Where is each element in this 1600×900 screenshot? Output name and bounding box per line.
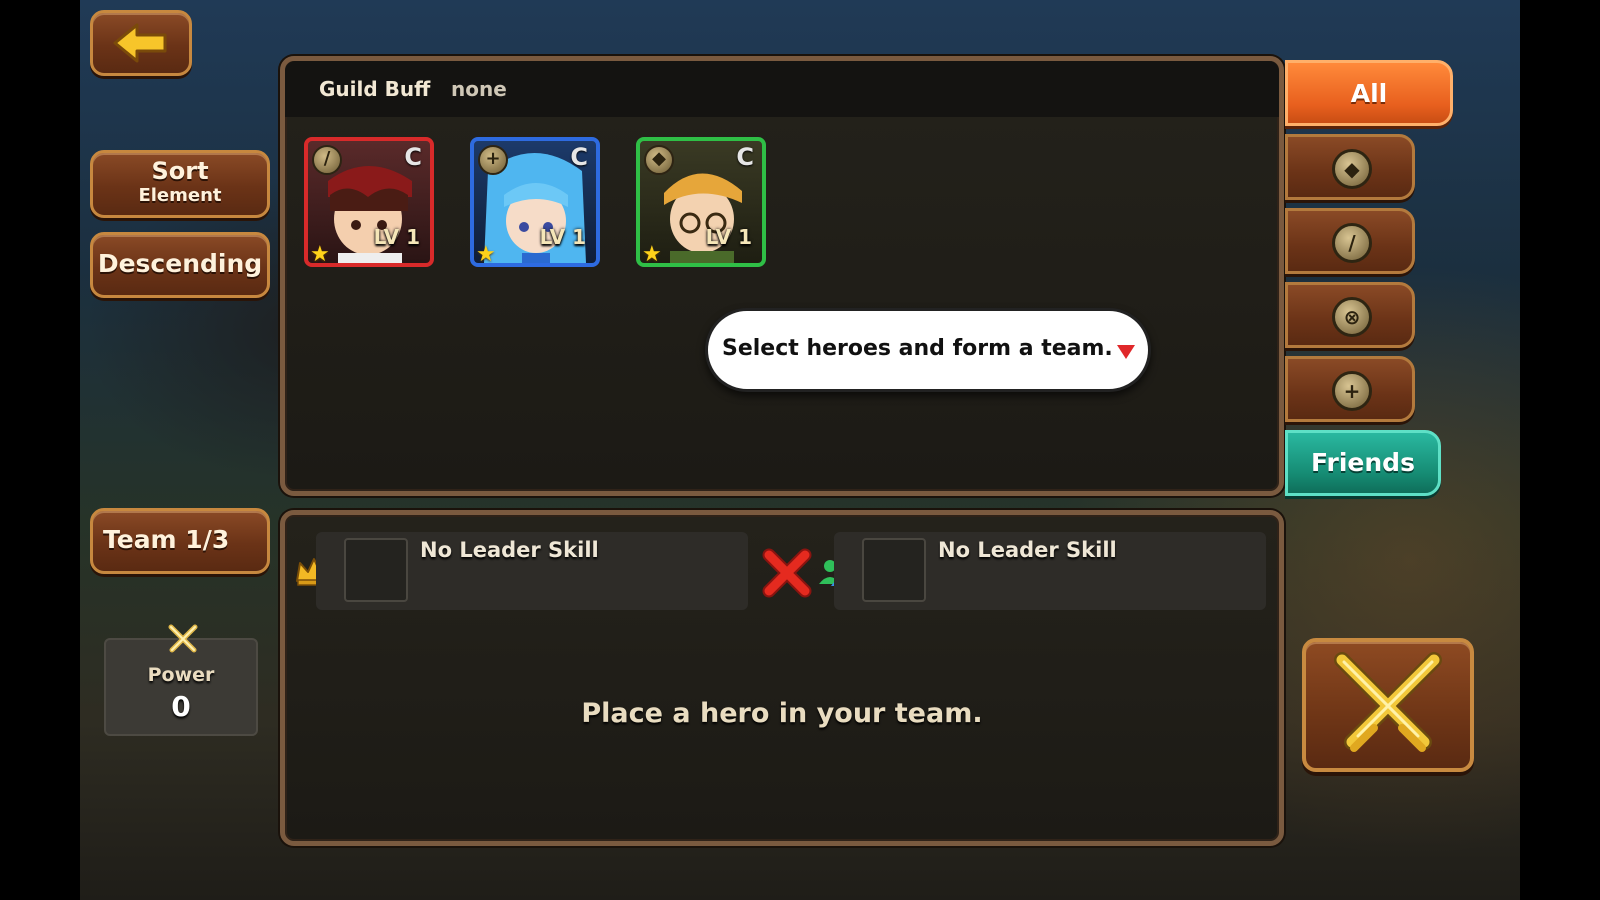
team-label: Team 1/3 — [103, 525, 230, 554]
filter-tab-sword[interactable]: / — [1285, 208, 1415, 274]
crosshair-icon: ⊗ — [1332, 297, 1372, 337]
filter-all-label: All — [1350, 79, 1388, 108]
sort-label: Sort — [151, 157, 209, 185]
tooltip-text: Select heroes and form a team. — [722, 336, 1113, 361]
power-label: Power — [147, 664, 215, 686]
guild-buff-bar: Guild Buff none — [285, 61, 1279, 117]
guild-buff-value: none — [451, 77, 507, 101]
filter-friends-label: Friends — [1311, 448, 1415, 477]
sword-icon: / — [1332, 223, 1372, 263]
order-label: Descending — [97, 249, 263, 278]
rank-label: C — [570, 143, 588, 171]
sort-value: Element — [138, 185, 222, 206]
leader-hero-slot[interactable] — [344, 538, 408, 602]
battle-button[interactable] — [1302, 638, 1474, 772]
filter-tab-shield[interactable]: ◆ — [1285, 134, 1415, 200]
game-scene: Sort Element Descending Team 1/3 Power 0… — [80, 0, 1520, 900]
empty-team-message: Place a hero in your team. — [581, 698, 983, 729]
hero-card[interactable]: / C LV 1 ★ — [304, 137, 434, 267]
back-button[interactable] — [90, 10, 192, 76]
star-icon: ★ — [476, 242, 496, 267]
filter-tab-all[interactable]: All — [1285, 60, 1453, 126]
tutorial-tooltip[interactable]: Select heroes and form a team. — [705, 308, 1151, 392]
shield-icon: ◆ — [644, 145, 674, 175]
order-button[interactable]: Descending — [90, 232, 270, 298]
triangle-down-icon — [1117, 345, 1135, 359]
level-label: LV 1 — [705, 225, 752, 249]
star-icon: ★ — [642, 242, 662, 267]
rank-label: C — [736, 143, 754, 171]
shield-icon: ◆ — [1332, 149, 1372, 189]
rank-label: C — [404, 143, 422, 171]
leader-skill-label: No Leader Skill — [420, 538, 599, 562]
power-box: Power 0 — [104, 624, 258, 736]
arrow-left-icon — [113, 23, 167, 63]
hero-card[interactable]: ◆ C LV 1 ★ — [636, 137, 766, 267]
filter-tab-crosshair[interactable]: ⊗ — [1285, 282, 1415, 348]
friend-hero-slot[interactable] — [862, 538, 926, 602]
crossed-swords-icon — [168, 624, 198, 653]
leader-skill-box[interactable]: No Leader Skill — [316, 532, 748, 610]
hero-card[interactable]: + C LV 1 ★ — [470, 137, 600, 267]
level-label: LV 1 — [539, 225, 586, 249]
friend-skill-label: No Leader Skill — [938, 538, 1117, 562]
close-x-icon[interactable] — [762, 548, 812, 598]
plus-icon: + — [478, 145, 508, 175]
level-label: LV 1 — [373, 225, 420, 249]
crossed-swords-icon — [1334, 652, 1442, 752]
friend-skill-box[interactable]: No Leader Skill — [834, 532, 1266, 610]
sort-button[interactable]: Sort Element — [90, 150, 270, 218]
plus-icon: + — [1332, 371, 1372, 411]
star-icon: ★ — [310, 242, 330, 267]
hero-list-panel: Guild Buff none — [280, 56, 1284, 496]
filter-tab-plus[interactable]: + — [1285, 356, 1415, 422]
team-button[interactable]: Team 1/3 — [90, 508, 270, 574]
sword-icon: / — [312, 145, 342, 175]
guild-buff-label: Guild Buff — [319, 77, 431, 101]
filter-tab-friends[interactable]: Friends — [1285, 430, 1441, 496]
power-value: 0 — [171, 690, 191, 723]
